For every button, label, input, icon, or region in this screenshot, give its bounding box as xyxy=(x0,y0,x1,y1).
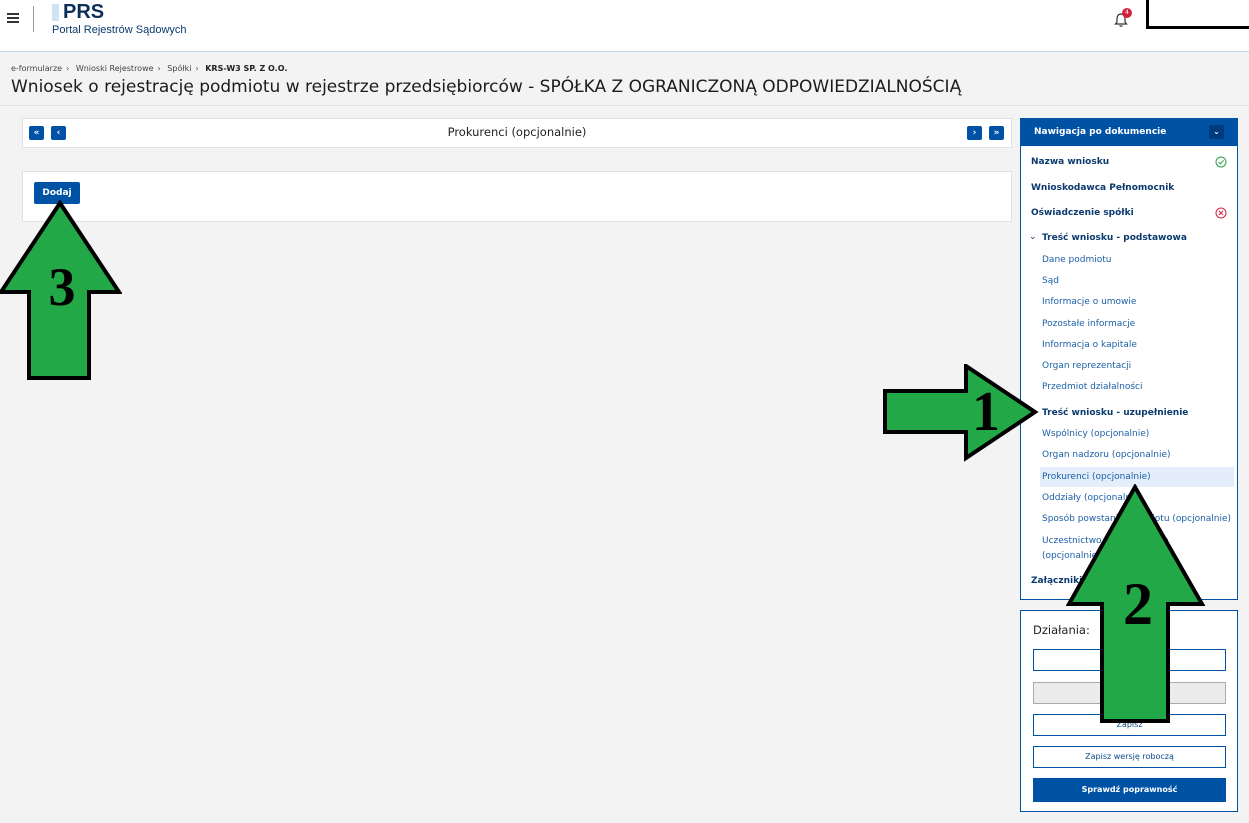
menu-icon[interactable] xyxy=(7,13,19,23)
annotation-label-3: 3 xyxy=(49,257,76,317)
annotation-arrow-3: 3 xyxy=(0,200,122,380)
nav-header: Nawigacja po dokumencie ⌄ xyxy=(1021,119,1237,146)
validate-button[interactable]: Sprawdź poprawność xyxy=(1033,778,1226,802)
nav-item-dane-podmiotu[interactable]: Dane podmiotu xyxy=(1042,255,1112,265)
breadcrumb-current: KRS-W3 SP. Z O.O. xyxy=(205,64,288,73)
nav-item-wnioskodawca[interactable]: Wnioskodawca Pełnomocnik xyxy=(1031,183,1174,193)
logo-mark xyxy=(52,4,59,21)
divider xyxy=(33,6,34,32)
next-section-button[interactable]: › xyxy=(967,126,982,140)
breadcrumb-item[interactable]: e-formularze xyxy=(11,64,62,73)
divider xyxy=(0,105,1249,106)
annotation-arrow-2: 2 xyxy=(1066,484,1206,723)
nav-item-przedmiot-dzialalnosci[interactable]: Przedmiot działalności xyxy=(1042,382,1142,392)
nav-item-pozostale-informacje[interactable]: Pozostałe informacje xyxy=(1042,319,1135,329)
annotation-label-2: 2 xyxy=(1123,571,1153,637)
nav-item-wspolnicy[interactable]: Wspólnicy (opcjonalnie) xyxy=(1042,429,1149,439)
nav-item-organ-reprezentacji[interactable]: Organ reprezentacji xyxy=(1042,361,1131,371)
breadcrumb-item[interactable]: Spółki xyxy=(167,64,191,73)
procurators-panel: Dodaj xyxy=(22,171,1012,222)
check-circle-icon xyxy=(1215,156,1227,168)
brand-subtitle[interactable]: Portal Rejestrów Sądowych xyxy=(52,24,187,36)
page-title: Wniosek o rejestrację podmiotu w rejestr… xyxy=(11,77,962,97)
section-pager: « ‹ Prokurenci (opcjonalnie) › » xyxy=(22,118,1012,148)
chevron-right-icon: › xyxy=(66,64,70,73)
error-circle-icon xyxy=(1215,207,1227,219)
brand-title[interactable]: PRS xyxy=(63,1,104,24)
breadcrumb: e-formularze › Wnioski Rejestrowe › Spółki… xyxy=(11,64,287,73)
breadcrumb-item[interactable]: Wnioski Rejestrowe xyxy=(76,64,154,73)
nav-item-informacje-o-umowie[interactable]: Informacje o umowie xyxy=(1042,297,1136,307)
notification-badge: 4 xyxy=(1122,8,1132,18)
chevron-right-icon: › xyxy=(195,64,199,73)
chevron-right-icon: › xyxy=(157,64,161,73)
nav-item-organ-nadzoru[interactable]: Organ nadzoru (opcjonalnie) xyxy=(1042,450,1171,460)
chevron-down-icon[interactable]: ⌄ xyxy=(1029,232,1037,242)
section-title: Prokurenci (opcjonalnie) xyxy=(447,125,587,139)
nav-item-sad[interactable]: Sąd xyxy=(1042,276,1059,286)
save-draft-button[interactable]: Zapisz wersję roboczą xyxy=(1033,746,1226,768)
annotation-label-1: 1 xyxy=(972,381,1000,443)
nav-item-informacja-o-kapitale[interactable]: Informacja o kapitale xyxy=(1042,340,1137,350)
chevron-down-icon[interactable]: ⌄ xyxy=(1209,125,1224,139)
nav-group-uzupelnienie[interactable]: Treść wniosku - uzupełnienie xyxy=(1042,408,1188,418)
annotation-arrow-1: 1 xyxy=(883,364,1039,462)
top-bar: PRS Portal Rejestrów Sądowych 4 xyxy=(0,0,1249,52)
last-section-button[interactable]: » xyxy=(989,126,1004,140)
nav-group-podstawowa[interactable]: Treść wniosku - podstawowa xyxy=(1042,233,1187,243)
nav-item-nazwa-wniosku[interactable]: Nazwa wniosku xyxy=(1031,157,1109,167)
nav-item-oswiadczenie[interactable]: Oświadczenie spółki xyxy=(1031,208,1134,218)
user-menu[interactable] xyxy=(1146,0,1249,29)
nav-title: Nawigacja po dokumencie xyxy=(1034,127,1167,137)
